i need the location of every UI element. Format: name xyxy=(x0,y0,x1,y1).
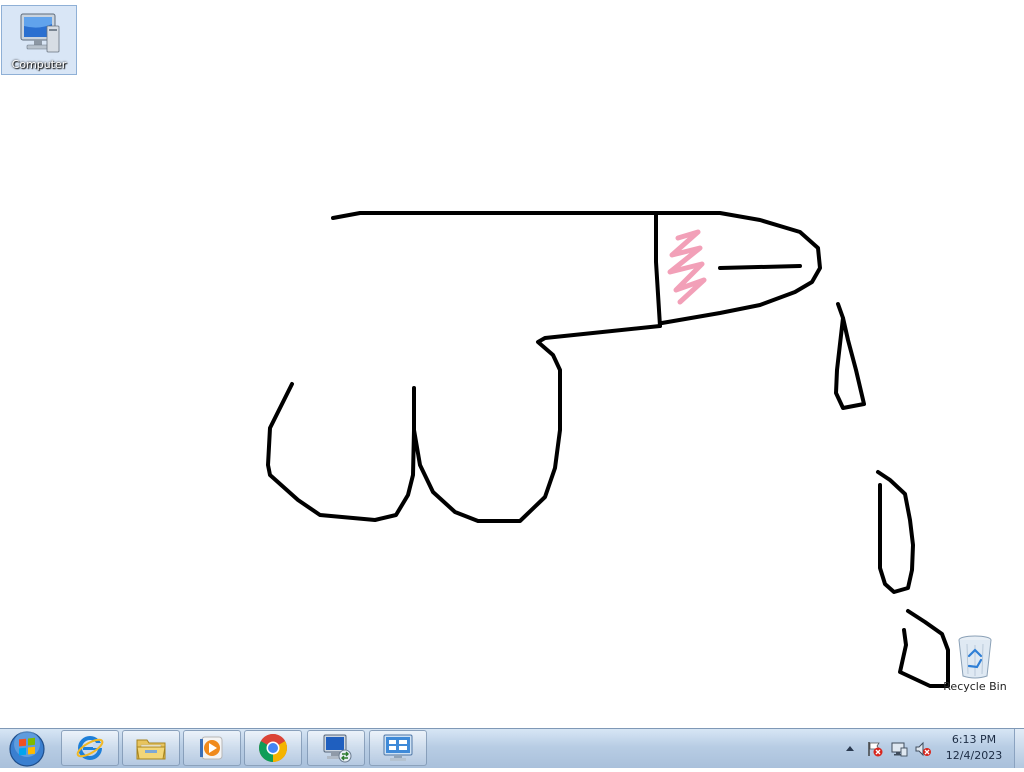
taskbar: 6:13 PM 12/4/2023 xyxy=(0,728,1024,768)
drawing-stroke-underside xyxy=(412,324,662,523)
show-hidden-icons-arrow[interactable] xyxy=(845,744,855,752)
control-panel-icon xyxy=(383,734,413,761)
media-player-icon xyxy=(200,736,223,760)
desktop-icon-computer[interactable]: Computer xyxy=(1,5,77,75)
drawing-stroke-drop-2 xyxy=(876,470,915,594)
taskbar-button-internet-explorer[interactable] xyxy=(61,730,119,766)
start-orb-icon xyxy=(9,731,45,767)
network-icon[interactable] xyxy=(890,740,908,758)
start-button[interactable] xyxy=(4,730,50,767)
file-explorer-icon xyxy=(136,739,166,760)
clock[interactable]: 6:13 PM 12/4/2023 xyxy=(936,732,1012,764)
desktop[interactable]: Computer Recycle Bin xyxy=(0,0,1024,728)
recycle-bin-icon xyxy=(958,635,992,679)
desktop-icon-label: Recycle Bin xyxy=(943,680,1007,693)
action-center-flag-icon[interactable] xyxy=(866,740,884,758)
taskbar-button-remote-desktop[interactable] xyxy=(307,730,365,766)
system-tray xyxy=(840,729,936,767)
volume-muted-icon[interactable] xyxy=(914,740,932,758)
drawing-stroke-pink-scribble xyxy=(667,229,707,305)
taskbar-button-media-player[interactable] xyxy=(183,730,241,766)
clock-time: 6:13 PM xyxy=(951,733,997,746)
clock-date: 12/4/2023 xyxy=(945,749,1003,762)
internet-explorer-icon xyxy=(76,736,104,760)
drawing-stroke-muzzle-line xyxy=(718,264,802,270)
chrome-icon xyxy=(259,734,287,762)
taskbar-button-control-panel[interactable] xyxy=(369,730,427,766)
desktop-icon-recycle-bin[interactable]: Recycle Bin xyxy=(937,630,1013,700)
taskbar-button-file-explorer[interactable] xyxy=(122,730,180,766)
drawing-stroke-handle xyxy=(266,382,416,522)
drawing-stroke-drop-1 xyxy=(834,302,866,410)
show-desktop-button[interactable] xyxy=(1014,729,1024,768)
computer-icon xyxy=(20,13,60,53)
drawing-canvas xyxy=(266,211,950,688)
drawing-stroke-divider xyxy=(654,211,662,328)
desktop-icon-label: Computer xyxy=(11,58,67,71)
taskbar-button-chrome[interactable] xyxy=(244,730,302,766)
remote-desktop-icon xyxy=(323,734,352,763)
